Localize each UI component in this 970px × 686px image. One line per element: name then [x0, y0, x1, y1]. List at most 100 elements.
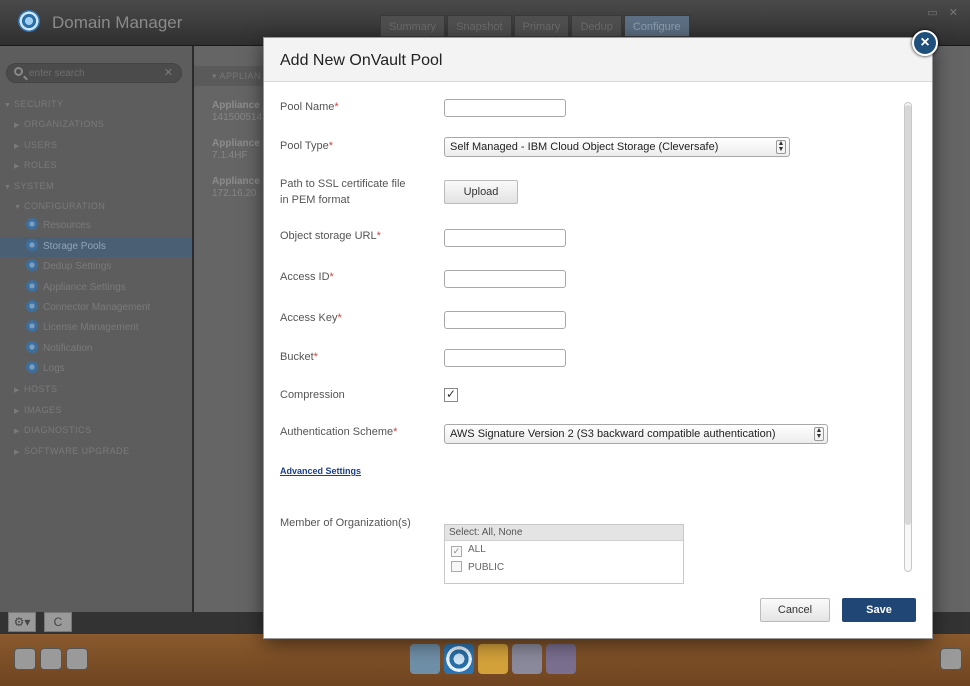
chevron-down-icon: ▼ [4, 102, 12, 109]
sidebar-item-label: Storage Pools [43, 240, 106, 252]
sidebar-item-users[interactable]: ▶ USERS [0, 135, 192, 155]
tab-summary[interactable]: Summary [380, 15, 446, 37]
auth-scheme-label: Authentication Scheme* [280, 426, 398, 438]
sidebar-item-label: DIAGNOSTICS [24, 425, 92, 436]
bucket-input[interactable] [444, 349, 566, 367]
gear-icon [26, 340, 38, 353]
row-label: Appliance [212, 138, 260, 149]
clear-search-icon[interactable]: ✕ [164, 66, 173, 79]
refresh-button[interactable]: C [44, 612, 72, 632]
sidebar-item-license-management[interactable]: License Management [0, 318, 192, 338]
sidebar-item-hosts[interactable]: ▶ HOSTS [0, 379, 192, 399]
access-key-input[interactable] [444, 311, 566, 329]
app-manager-icon[interactable] [478, 644, 508, 674]
sidebar-item-images[interactable]: ▶ IMAGES [0, 400, 192, 420]
sidebar-item-label: IMAGES [24, 404, 63, 415]
upload-button[interactable]: Upload [444, 180, 518, 204]
sidebar: enter search ✕ ▼ SECURITY ▶ ORGANIZATIONS ▶ U… [0, 46, 192, 612]
tools-icon[interactable] [66, 648, 88, 670]
sidebar-item-resources[interactable]: Resources [0, 216, 192, 236]
object-storage-url-label: Object storage URL* [280, 230, 381, 242]
main-tabs: Summary Snapshot Primary Dedup Configure [380, 15, 692, 37]
chevron-right-icon: ▶ [14, 142, 20, 150]
list-item[interactable]: Appliance 172.16.20 [212, 176, 272, 200]
list-item[interactable]: PUBLIC [445, 559, 683, 577]
help-icon[interactable] [40, 648, 62, 670]
select-spinner-icon: ▲ ▼ [776, 140, 786, 154]
org-checkbox[interactable] [451, 561, 462, 572]
window-controls-icon[interactable]: ▭ ✕ [927, 6, 962, 19]
sidebar-item-system[interactable]: ▼ SYSTEM [0, 176, 192, 196]
sla-architect-icon[interactable] [512, 644, 542, 674]
ssl-cert-label: Path to SSL certificate file in PEM forma… [280, 178, 406, 206]
panel-header[interactable]: ▾ APPLIAN [194, 66, 274, 86]
sidebar-item-label: ORGANIZATIONS [24, 119, 105, 130]
list-item[interactable]: Appliance 7.1.4HF [212, 138, 272, 162]
sidebar-item-organizations[interactable]: ▶ ORGANIZATIONS [0, 114, 192, 134]
sidebar-item-connector-management[interactable]: Connector Management [0, 298, 192, 318]
tab-dedup[interactable]: Dedup [571, 15, 622, 37]
app-logo-icon [18, 10, 40, 32]
sidebar-item-security[interactable]: ▼ SECURITY [0, 94, 192, 114]
sidebar-item-roles[interactable]: ▶ ROLES [0, 155, 192, 175]
sidebar-item-storage-pools[interactable]: Storage Pools [0, 236, 192, 258]
tab-snapshot[interactable]: Snapshot [447, 15, 512, 37]
cancel-button[interactable]: Cancel [760, 598, 830, 622]
sidebar-item-diagnostics[interactable]: ▶ DIAGNOSTICS [0, 420, 192, 440]
gear-icon [26, 279, 38, 292]
settings-button[interactable]: ⚙▾ [8, 612, 36, 632]
sidebar-item-label: Dedup Settings [43, 261, 112, 273]
sidebar-item-dedup-settings[interactable]: Dedup Settings [0, 257, 192, 277]
pool-type-select[interactable]: Self Managed - IBM Cloud Object Storage … [444, 137, 790, 157]
close-dialog-button[interactable]: × [912, 30, 938, 56]
chevron-right-icon: ▶ [14, 163, 20, 171]
sidebar-item-label: CONFIGURATION [24, 200, 106, 211]
search-input[interactable]: enter search ✕ [6, 63, 182, 83]
sidebar-item-label: License Management [43, 322, 139, 334]
dashboard-icon[interactable] [410, 644, 440, 674]
sidebar-item-notification[interactable]: Notification [0, 339, 192, 359]
sidebar-item-label: ROLES [24, 160, 58, 171]
access-id-label: Access ID* [280, 271, 334, 283]
sidebar-item-logs[interactable]: Logs [0, 359, 192, 379]
select-all-none[interactable]: Select: All, None [445, 525, 683, 541]
access-id-input[interactable] [444, 270, 566, 288]
chevron-right-icon: ▶ [14, 407, 20, 415]
tab-configure[interactable]: Configure [623, 15, 690, 37]
compression-label: Compression [280, 389, 345, 401]
sidebar-item-configuration[interactable]: ▼ CONFIGURATION [0, 196, 192, 216]
gear-icon [26, 238, 38, 251]
pool-type-label: Pool Type* [280, 140, 334, 152]
list-item[interactable]: Appliance 141500514 [212, 100, 272, 124]
advanced-settings-link[interactable]: Advanced Settings [280, 466, 361, 476]
dialog-scrollbar[interactable] [904, 102, 912, 572]
taskbar [0, 634, 970, 686]
sidebar-item-label: Notification [43, 342, 93, 354]
dialog-title: Add New OnVault Pool [280, 52, 443, 69]
chat-icon[interactable] [940, 648, 962, 670]
dialog-header: Add New OnVault Pool [264, 38, 932, 82]
object-storage-url-input[interactable] [444, 229, 566, 247]
auth-scheme-select[interactable]: AWS Signature Version 2 (S3 backward com… [444, 424, 828, 444]
gear-icon [26, 361, 38, 374]
access-key-label: Access Key* [280, 312, 342, 324]
report-manager-icon[interactable] [546, 644, 576, 674]
sidebar-item-software-upgrade[interactable]: ▶ SOFTWARE UPGRADE [0, 441, 192, 461]
org-checkbox[interactable]: ✓ [451, 546, 462, 557]
save-button[interactable]: Save [842, 598, 916, 622]
row-value: 141500514 [212, 112, 263, 123]
sidebar-item-appliance-settings[interactable]: Appliance Settings [0, 278, 192, 298]
compression-checkbox[interactable]: ✓ [444, 388, 458, 402]
scrollbar-thumb[interactable] [905, 105, 911, 525]
chevron-right-icon: ▶ [14, 387, 20, 395]
sidebar-item-label: Resources [43, 220, 91, 232]
tab-primary[interactable]: Primary [513, 15, 570, 37]
app-dock [410, 640, 576, 678]
list-item[interactable]: ✓ ALL [445, 541, 683, 559]
org-select-list: Select: All, None ✓ ALL PUBLIC [444, 524, 684, 584]
chevron-right-icon: ▶ [14, 448, 20, 456]
pool-name-input[interactable] [444, 99, 566, 117]
app-title: Domain Manager [52, 13, 183, 32]
domain-manager-icon[interactable] [444, 644, 474, 674]
info-icon[interactable] [14, 648, 36, 670]
